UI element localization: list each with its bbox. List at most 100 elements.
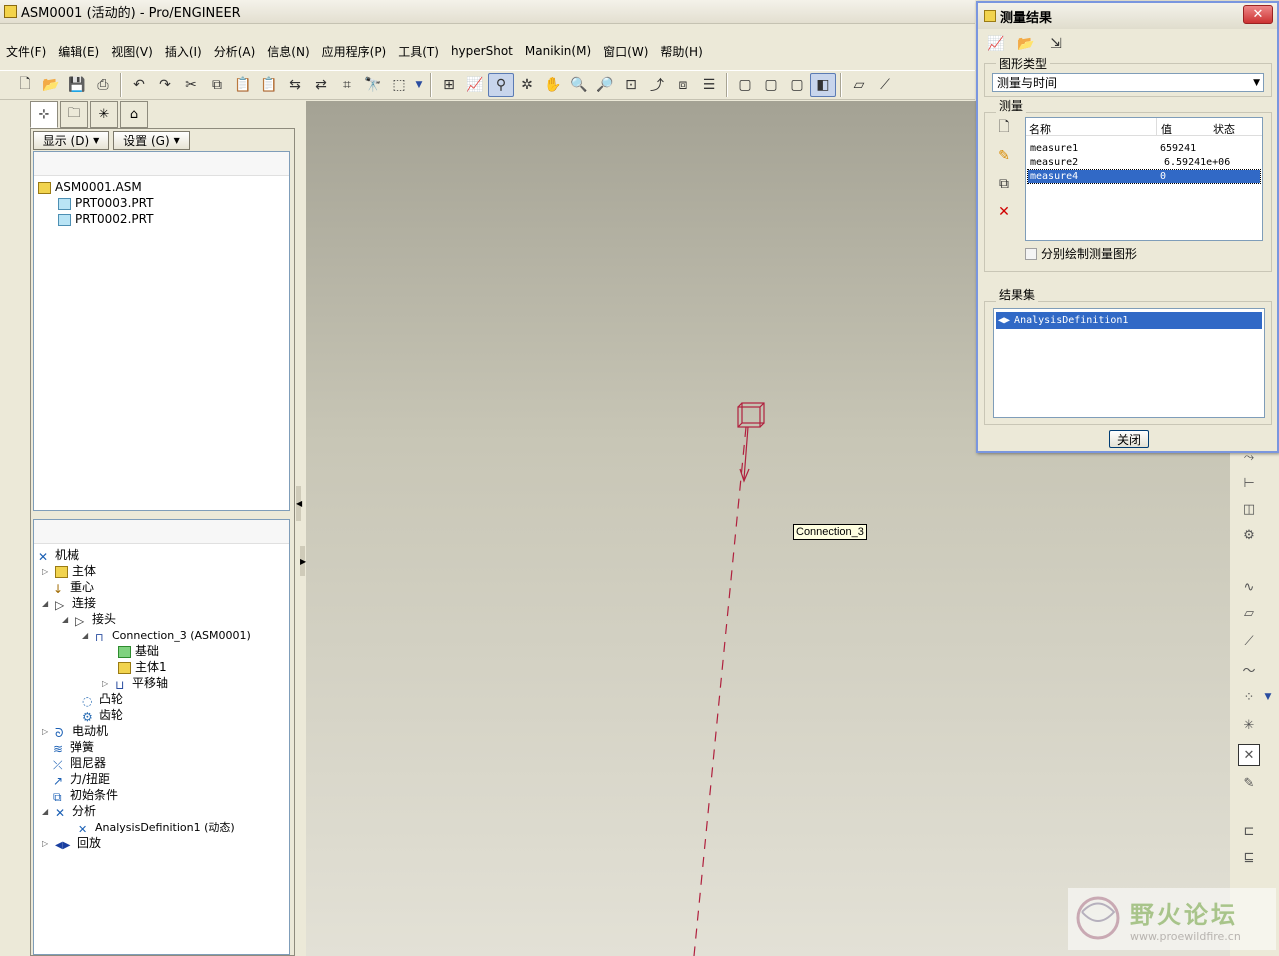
tree-item-part[interactable]: PRT0002.PRT <box>58 212 153 227</box>
collapse-icon[interactable]: ◢ <box>42 804 51 819</box>
curve-icon[interactable]: 〜 <box>1238 658 1260 680</box>
copy-icon[interactable]: ⧉ <box>204 73 230 97</box>
save-icon[interactable]: 💾 <box>64 73 90 97</box>
collapse-icon[interactable]: ◢ <box>42 596 51 611</box>
graph-icon[interactable]: 📈 <box>462 73 488 97</box>
mech-playbacks[interactable]: ▷ ◀▶ 回放 <box>42 836 101 851</box>
datum-point-icon[interactable]: ⁘ <box>1238 686 1260 708</box>
menu-info[interactable]: 信息(N) <box>261 43 315 60</box>
mech-cams[interactable]: ◌ 凸轮 <box>82 692 123 708</box>
menu-analysis[interactable]: 分析(A) <box>208 43 262 60</box>
binoculars-icon[interactable]: 🔭 <box>360 73 386 97</box>
favorites-tab-icon[interactable]: ✳ <box>90 101 118 128</box>
mech-analyses[interactable]: ◢ ✕ 分析 <box>42 804 96 820</box>
paste-special-icon[interactable]: 📋 <box>256 73 282 97</box>
datum-plane-icon[interactable]: ▱ <box>846 73 872 97</box>
edit-measure-icon[interactable]: ✎ <box>992 145 1016 167</box>
open-folder-icon[interactable]: 📂 <box>1014 33 1038 55</box>
joint-axis-icon[interactable]: ⊢ <box>1238 472 1260 494</box>
axis-icon[interactable]: ⟋ <box>1238 630 1260 652</box>
measure-row[interactable]: measure2 6.59241e+06 <box>1028 156 1260 169</box>
mech-joints[interactable]: ◢ ▷ 接头 <box>62 612 116 628</box>
paste-icon[interactable]: 📋 <box>230 73 256 97</box>
collapse-icon[interactable]: ◢ <box>82 628 91 643</box>
mech-connection-3[interactable]: ◢ ⊓ Connection_3 (ASM0001) <box>82 628 251 644</box>
gear-pair-icon[interactable]: ⚙ <box>1238 524 1260 546</box>
layers-icon[interactable]: ☰ <box>696 73 722 97</box>
cam-connection-icon[interactable]: ◫ <box>1238 498 1260 520</box>
copy-measure-icon[interactable]: ⧉ <box>992 173 1016 195</box>
print-icon[interactable]: ⎙ <box>90 73 116 97</box>
expand-arrow-icon[interactable]: ▶ <box>300 546 306 576</box>
menu-manikin[interactable]: Manikin(M) <box>519 44 597 58</box>
expand-icon[interactable]: ▷ <box>42 564 51 579</box>
separate-plot-option[interactable]: 分别绘制测量图形 <box>1025 245 1137 262</box>
graph-icon[interactable]: 📈 <box>984 33 1008 55</box>
flow-icon[interactable]: ⊑ <box>1238 846 1260 868</box>
column-status-header[interactable]: 状态 <box>1213 121 1235 137</box>
chevron-down-icon[interactable]: ▼ <box>1262 686 1274 708</box>
datum-axis-icon[interactable]: ⟋ <box>872 73 898 97</box>
undo-icon[interactable]: ↶ <box>126 73 152 97</box>
regenerate-icon[interactable]: ⇆ <box>282 73 308 97</box>
close-icon[interactable]: ✕ <box>1243 5 1273 24</box>
model-tree-tab-icon[interactable]: ⊹ <box>30 101 58 128</box>
close-button[interactable]: 关闭 <box>1109 430 1149 448</box>
datum-curve-icon[interactable]: ∿ <box>1238 576 1260 598</box>
wireframe-icon[interactable]: ▢ <box>732 73 758 97</box>
mech-gears[interactable]: ⚙ 齿轮 <box>82 708 123 724</box>
menu-edit[interactable]: 编辑(E) <box>52 43 105 60</box>
mech-motors[interactable]: ▷ ᘐ 电动机 <box>42 724 108 740</box>
sketch-icon[interactable]: ✎ <box>1238 772 1260 794</box>
saved-views-icon[interactable]: ⧈ <box>670 73 696 97</box>
mechanism-icon[interactable]: ⚲ <box>488 73 514 97</box>
refit-icon[interactable]: ⊡ <box>618 73 644 97</box>
connections-tab-icon[interactable]: ⌂ <box>120 101 148 128</box>
mech-translation-axis[interactable]: ▷ ⊔ 平移轴 <box>102 676 168 692</box>
mech-root[interactable]: ✕ 机械 <box>38 548 79 564</box>
expand-icon[interactable]: ▷ <box>102 676 111 691</box>
menu-tools[interactable]: 工具(T) <box>392 43 445 60</box>
tree-item-part[interactable]: PRT0003.PRT <box>58 196 153 211</box>
mech-gravity[interactable]: ↓ 重心 <box>53 580 94 596</box>
export-icon[interactable]: ⇲ <box>1044 33 1068 55</box>
tree-filter-icon[interactable]: ⊞ <box>436 73 462 97</box>
column-value-header[interactable]: 值 <box>1161 121 1172 137</box>
expand-icon[interactable]: ▷ <box>42 724 51 739</box>
mech-initial-conditions[interactable]: ⧉ 初始条件 <box>53 788 118 804</box>
measure-row[interactable]: measure1 659241 <box>1028 142 1260 155</box>
collapse-arrow-icon[interactable]: ◀ <box>296 486 302 521</box>
menu-hypershot[interactable]: hyperShot <box>445 44 519 58</box>
regen-manager-icon[interactable]: ⇄ <box>308 73 334 97</box>
reorient-icon[interactable]: ⤴ <box>644 73 670 97</box>
pane-splitter[interactable]: ◀ ▶ <box>296 101 306 956</box>
hidden-line-icon[interactable]: ▢ <box>758 73 784 97</box>
coordinate-system-icon[interactable]: ✳ <box>1238 714 1260 736</box>
close-window-icon[interactable]: ✕ <box>1238 744 1260 766</box>
mech-springs[interactable]: ≋ 弹簧 <box>53 740 94 756</box>
measure-row-selected[interactable]: measure4 0 <box>1027 169 1261 184</box>
redo-icon[interactable]: ↷ <box>152 73 178 97</box>
new-measure-icon[interactable]: 🗋 <box>992 117 1016 139</box>
mech-connections[interactable]: ◢ ▷ 连接 <box>42 596 96 612</box>
spin-center-icon[interactable]: ✲ <box>514 73 540 97</box>
selection-box-icon[interactable]: ⬚ <box>386 73 412 97</box>
mech-dampers[interactable]: ⤫ 阻尼器 <box>53 756 106 772</box>
folder-browser-tab-icon[interactable]: 🗀 <box>60 101 88 128</box>
mech-analysis-definition[interactable]: ✕ AnalysisDefinition1 (动态) <box>78 820 235 836</box>
no-hidden-icon[interactable]: ▢ <box>784 73 810 97</box>
column-name-header[interactable]: 名称 <box>1029 121 1051 137</box>
plane-icon[interactable]: ▱ <box>1238 602 1260 624</box>
delete-measure-icon[interactable]: ✕ <box>992 201 1016 223</box>
mech-ground[interactable]: 基础 <box>118 644 159 659</box>
cut-icon[interactable]: ✂ <box>178 73 204 97</box>
pan-icon[interactable]: ✋ <box>540 73 566 97</box>
find-icon[interactable]: ⌗ <box>334 73 360 97</box>
new-icon[interactable]: 🗋 <box>12 73 38 97</box>
expand-icon[interactable]: ▷ <box>42 836 51 851</box>
settings-dropdown[interactable]: 设置 (G) ▼ <box>113 131 190 150</box>
menu-file[interactable]: 文件(F) <box>0 43 52 60</box>
shading-icon[interactable]: ◧ <box>810 73 836 97</box>
zoom-out-icon[interactable]: 🔎 <box>592 73 618 97</box>
open-icon[interactable]: 📂 <box>38 73 64 97</box>
